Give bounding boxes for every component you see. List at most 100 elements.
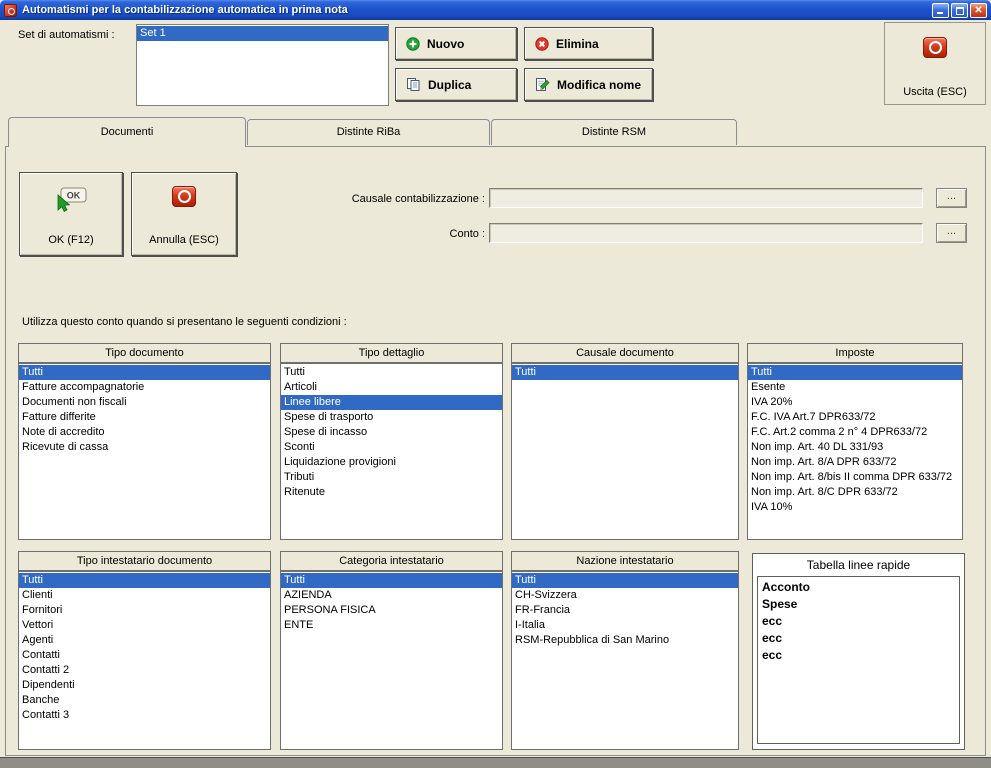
close-icon: ✕ [974,4,983,16]
categoria-intestatario-item[interactable]: AZIENDA [281,588,502,603]
tipo-dettaglio-item[interactable]: Sconti [281,440,502,455]
tipo-dettaglio-item[interactable]: Ritenute [281,485,502,500]
list-imposte[interactable]: Tutti Esente IVA 20% F.C. IVA Art.7 DPR633/… [747,363,963,540]
titlebar: Automatismi per la contabilizzazione aut… [0,0,991,20]
uscita-label: Uscita (ESC) [903,86,967,98]
categoria-intestatario-item[interactable]: Tutti [281,573,502,588]
elimina-button[interactable]: Elimina [524,27,653,60]
power-icon [923,37,947,58]
nazione-intestatario-item[interactable]: I-Italia [512,618,738,633]
list-tipo-documento[interactable]: Tutti Fatture accompagnatorie Documenti no… [18,363,271,540]
nazione-intestatario-item[interactable]: Tutti [512,573,738,588]
imposte-item[interactable]: Tutti [748,365,962,380]
minimize-icon [937,11,943,14]
tabella-item[interactable]: ecc [758,647,959,664]
power-icon [172,186,196,207]
nazione-intestatario-item[interactable]: CH-Svizzera [512,588,738,603]
tipo-documento-item[interactable]: Fatture accompagnatorie [19,380,270,395]
imposte-item[interactable]: F.C. IVA Art.7 DPR633/72 [748,410,962,425]
set-list-item[interactable]: Set 1 [137,26,388,41]
imposte-item[interactable]: Non imp. Art. 40 DL 331/93 [748,440,962,455]
tab-documenti[interactable]: Documenti [8,117,246,147]
imposte-item[interactable]: IVA 10% [748,500,962,515]
tipo-documento-item[interactable]: Note di accredito [19,425,270,440]
nuovo-button[interactable]: Nuovo [395,27,517,60]
tipo-documento-item[interactable]: Ricevute di cassa [19,440,270,455]
maximize-icon [956,6,964,15]
group-header-categoria-intestatario: Categoria intestatario [280,551,503,571]
delete-icon [535,36,549,51]
tabella-linee-rapide: Tabella linee rapide Acconto Spese ecc ecc e… [752,553,965,750]
maximize-button[interactable] [951,2,968,18]
tipo-intestatario-item[interactable]: Banche [19,693,270,708]
imposte-item[interactable]: Non imp. Art. 8/A DPR 633/72 [748,455,962,470]
imposte-item[interactable]: Esente [748,380,962,395]
causale-input[interactable] [489,188,923,208]
list-tipo-intestatario[interactable]: Tutti Clienti Fornitori Vettori Agenti Contat… [18,571,271,750]
tabella-item[interactable]: Acconto [758,579,959,596]
tipo-dettaglio-item[interactable]: Spese di incasso [281,425,502,440]
set-listbox[interactable]: Set 1 [136,24,389,106]
tabella-item[interactable]: ecc [758,630,959,647]
tabella-item[interactable]: ecc [758,613,959,630]
conto-browse-button[interactable]: ... [936,223,967,243]
list-causale-documento[interactable]: Tutti [511,363,739,540]
group-header-tipo-documento: Tipo documento [18,343,271,363]
tipo-dettaglio-item[interactable]: Linee libere [281,395,502,410]
conto-label: Conto : [449,228,485,240]
tipo-dettaglio-item[interactable]: Spese di trasporto [281,410,502,425]
tipo-documento-item[interactable]: Fatture differite [19,410,270,425]
imposte-item[interactable]: F.C. Art.2 comma 2 n° 4 DPR633/72 [748,425,962,440]
conto-input[interactable] [489,223,923,243]
close-button[interactable]: ✕ [970,2,987,18]
app-icon [4,3,17,17]
tipo-intestatario-item[interactable]: Vettori [19,618,270,633]
tipo-intestatario-item[interactable]: Contatti [19,648,270,663]
imposte-item[interactable]: IVA 20% [748,395,962,410]
categoria-intestatario-item[interactable]: ENTE [281,618,502,633]
ok-cursor-icon: OK [57,187,87,212]
tipo-dettaglio-item[interactable]: Articoli [281,380,502,395]
annulla-button[interactable]: Annulla (ESC) [131,172,237,256]
nazione-intestatario-item[interactable]: FR-Francia [512,603,738,618]
nuovo-label: Nuovo [427,36,465,51]
group-header-tipo-dettaglio: Tipo dettaglio [280,343,503,363]
tipo-intestatario-item[interactable]: Clienti [19,588,270,603]
tipo-dettaglio-item[interactable]: Tutti [281,365,502,380]
minimize-button[interactable] [932,2,949,18]
tipo-intestatario-item[interactable]: Contatti 2 [19,663,270,678]
imposte-item[interactable]: Non imp. Art. 8/C DPR 633/72 [748,485,962,500]
tipo-intestatario-item[interactable]: Agenti [19,633,270,648]
categoria-intestatario-item[interactable]: PERSONA FISICA [281,603,502,618]
ok-label: OK (F12) [48,234,94,246]
tabella-item[interactable]: Spese [758,596,959,613]
list-tipo-dettaglio[interactable]: Tutti Articoli Linee libere Spese di traspo… [280,363,503,540]
plus-icon [406,36,420,51]
duplica-label: Duplica [428,77,472,92]
tipo-intestatario-item[interactable]: Contatti 3 [19,708,270,723]
list-categoria-intestatario[interactable]: Tutti AZIENDA PERSONA FISICA ENTE [280,571,503,750]
nazione-intestatario-item[interactable]: RSM-Repubblica di San Marino [512,633,738,648]
svg-text:OK: OK [67,191,81,201]
modifica-nome-label: Modifica nome [557,77,642,92]
tipo-intestatario-item[interactable]: Dipendenti [19,678,270,693]
tipo-dettaglio-item[interactable]: Liquidazione provigioni [281,455,502,470]
tipo-intestatario-item[interactable]: Fornitori [19,603,270,618]
imposte-item[interactable]: Non imp. Art. 8/bis II comma DPR 633/72 [748,470,962,485]
causale-label: Causale contabilizzazione : [351,193,485,205]
modifica-nome-button[interactable]: Modifica nome [524,68,653,101]
tipo-dettaglio-item[interactable]: Tributi [281,470,502,485]
causale-browse-button[interactable]: ... [936,188,967,208]
tipo-documento-item[interactable]: Documenti non fiscali [19,395,270,410]
tab-distinte-riba[interactable]: Distinte RiBa [247,119,490,145]
tabella-linee-rapide-list[interactable]: Acconto Spese ecc ecc ecc [757,576,960,744]
ok-button[interactable]: OK OK (F12) [19,172,123,256]
list-nazione-intestatario[interactable]: Tutti CH-Svizzera FR-Francia I-Italia RSM-Re… [511,571,739,750]
duplica-button[interactable]: Duplica [395,68,517,101]
causale-documento-item[interactable]: Tutti [512,365,738,380]
tab-distinte-rsm[interactable]: Distinte RSM [491,119,737,145]
tipo-documento-item[interactable]: Tutti [19,365,270,380]
uscita-button[interactable]: Uscita (ESC) [884,22,986,105]
tipo-intestatario-item[interactable]: Tutti [19,573,270,588]
elimina-label: Elimina [556,36,599,51]
